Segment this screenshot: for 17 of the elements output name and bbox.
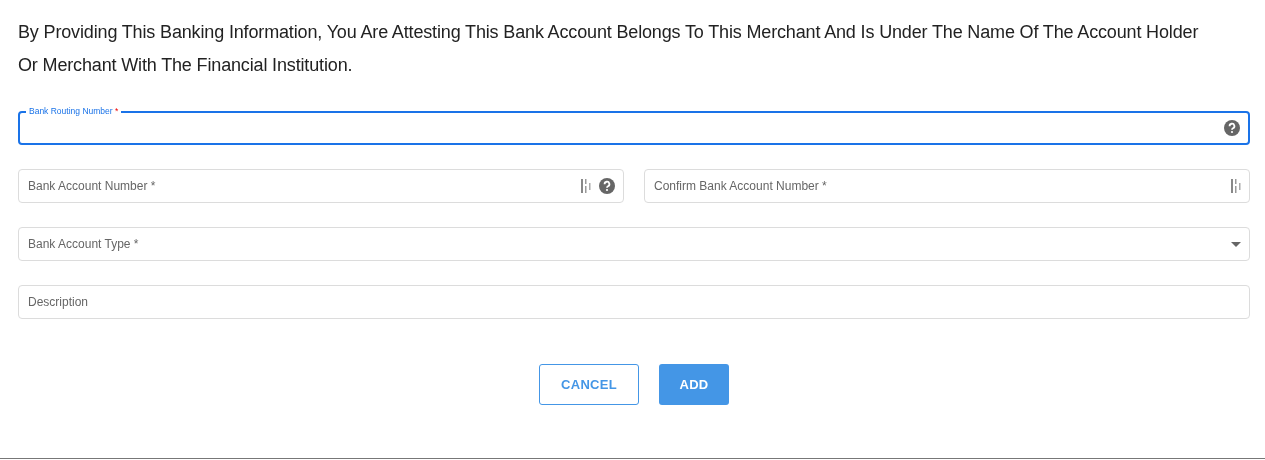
caret-icon [1231, 241, 1241, 247]
help-icon[interactable] [1224, 120, 1240, 136]
field-label: Confirm Bank Account Number * [654, 179, 827, 193]
input-field[interactable]: Bank Account Number * [18, 169, 624, 203]
notice-text: By Providing This Banking Information, You Are Attesting This Bank Account Belongs To This Merchant And Is Under The Name Of The Account Holder Or Merchant With The Financial Institution. [18, 21, 1200, 77]
field-label: Bank Account Number * [28, 179, 156, 193]
bars-icon[interactable] [1231, 178, 1241, 194]
field-label: Bank Account Type * [28, 237, 139, 251]
input-field[interactable]: Confirm Bank Account Number * [644, 169, 1250, 203]
cancel-button[interactable]: CANCEL [539, 364, 639, 405]
field-label: Bank Routing Number * [26, 105, 122, 117]
field-label: Description [28, 295, 89, 309]
select-field[interactable]: Bank Account Type * [18, 227, 1250, 261]
help-icon[interactable] [599, 178, 615, 194]
add-button[interactable]: ADD [659, 364, 729, 405]
input-field[interactable]: Description [18, 285, 1250, 319]
bars-icon[interactable] [581, 178, 591, 194]
